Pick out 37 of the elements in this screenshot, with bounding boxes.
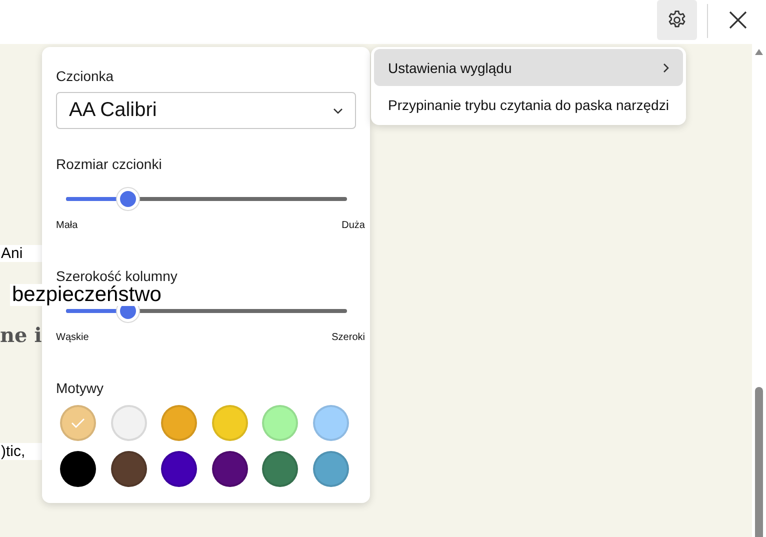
article-text: Ani	[0, 245, 43, 262]
word-tooltip: bezpieczeństwo	[10, 284, 164, 306]
article-text: ne i	[0, 323, 42, 347]
scroll-up-icon[interactable]	[755, 49, 763, 55]
slider-min-label: Mała	[56, 220, 78, 231]
theme-swatch[interactable]	[262, 451, 298, 487]
theme-swatch[interactable]	[161, 405, 198, 441]
themes-label: Motywy	[56, 379, 104, 397]
theme-swatch[interactable]	[161, 451, 198, 487]
article-text: )tic,	[0, 443, 43, 460]
theme-swatch[interactable]	[110, 451, 147, 487]
menu-item[interactable]: Ustawienia wyglądu	[374, 49, 683, 86]
theme-swatch[interactable]	[60, 405, 96, 441]
slider-max-label: Szeroki	[332, 332, 365, 343]
slider-thumb[interactable]	[116, 188, 139, 210]
slider[interactable]	[66, 188, 347, 210]
chevron-down-icon	[333, 108, 343, 114]
theme-swatch[interactable]	[262, 405, 298, 441]
theme-swatch[interactable]	[312, 451, 349, 487]
theme-swatch[interactable]	[110, 405, 147, 441]
font-label: Czcionka	[56, 67, 115, 85]
settings-button[interactable]	[657, 0, 697, 40]
scrollbar-thumb[interactable]	[755, 387, 763, 537]
theme-swatch[interactable]	[60, 451, 96, 487]
slider-min-label: Wąskie	[56, 332, 89, 343]
font-dropdown[interactable]: AA Calibri	[56, 92, 356, 129]
slider-label: Szerokość kolumny	[56, 267, 178, 285]
theme-swatch[interactable]	[312, 405, 349, 441]
checkmark-icon	[71, 418, 85, 428]
theme-swatch[interactable]	[212, 405, 248, 441]
scrollbar[interactable]	[752, 44, 766, 537]
slider-max-label: Duża	[342, 220, 365, 231]
menu-item[interactable]: Przypinanie trybu czytania do paska narzędzi	[374, 89, 683, 121]
font-value: AA Calibri	[69, 99, 157, 122]
slider-label: Rozmiar czcionki	[56, 155, 163, 173]
close-icon	[729, 11, 747, 29]
theme-swatch[interactable]	[212, 451, 248, 487]
